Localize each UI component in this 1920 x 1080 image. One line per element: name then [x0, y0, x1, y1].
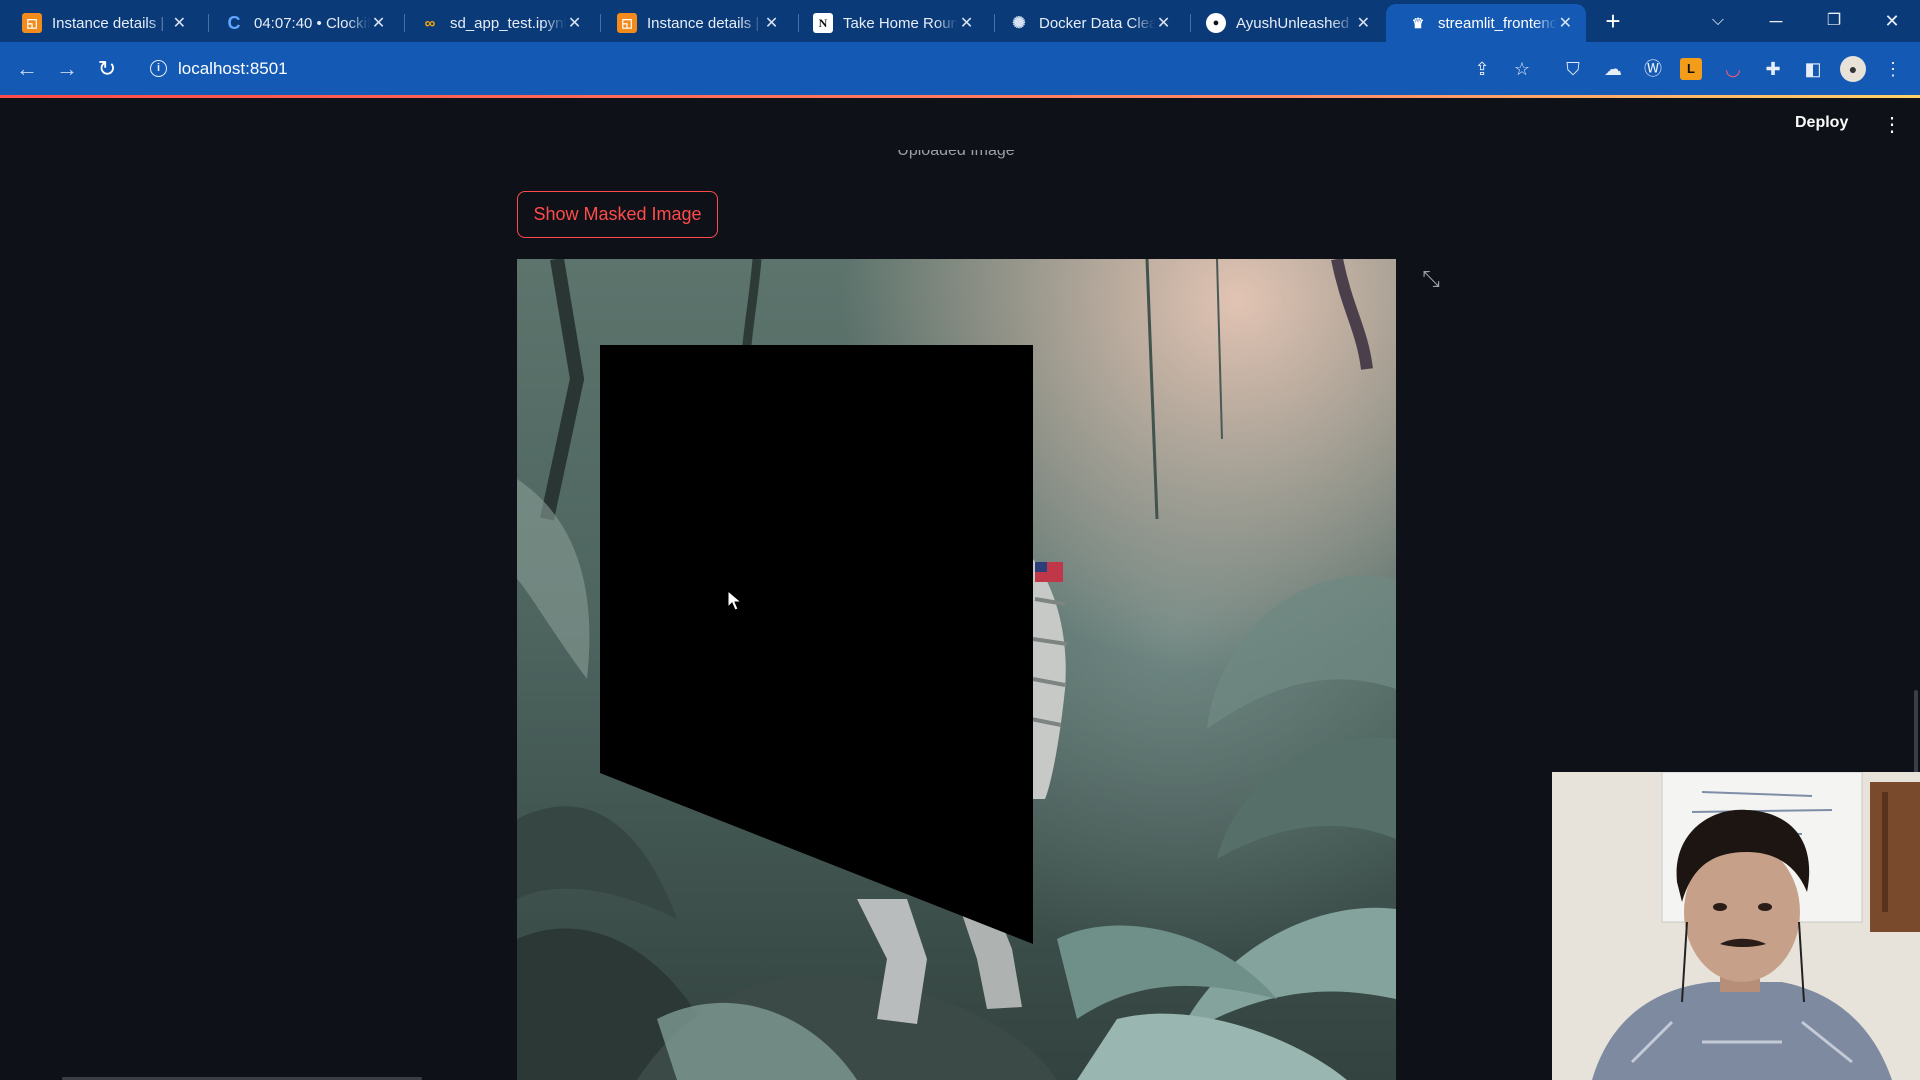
browser-tab[interactable]: ✺ Docker Data Clean ✕ [987, 4, 1184, 42]
webcam-person-image [1552, 772, 1920, 1080]
forward-arrow-icon[interactable]: → [50, 52, 84, 86]
clockify-icon: C [227, 12, 241, 33]
main-menu-icon[interactable]: ⋮ [1882, 112, 1902, 137]
fullscreen-expand-icon[interactable]: ⤡ [1413, 261, 1449, 297]
bitwarden-shield-icon[interactable]: ⛉ [1560, 56, 1586, 82]
tab-title: Instance details | [52, 14, 165, 32]
close-icon[interactable]: ✕ [1557, 13, 1574, 33]
browser-tab[interactable]: ◱ Instance details | ✕ [595, 4, 792, 42]
close-icon[interactable]: ✕ [171, 13, 188, 33]
github-icon: ● [1206, 13, 1226, 33]
bookmark-star-icon[interactable]: ☆ [1509, 56, 1535, 82]
close-icon[interactable]: ✕ [763, 13, 780, 33]
profile-avatar[interactable]: ● [1840, 56, 1866, 82]
deploy-button[interactable]: Deploy [1795, 114, 1848, 132]
tab-title: Docker Data Clean [1039, 14, 1156, 32]
close-icon[interactable]: ✕ [566, 13, 583, 33]
tab-title: Take Home Round [843, 14, 959, 32]
notion-icon: N [813, 13, 833, 33]
share-icon[interactable]: ⇪ [1469, 56, 1495, 82]
w-extension-icon[interactable]: Ⓦ [1640, 56, 1666, 82]
show-masked-image-button[interactable]: Show Masked Image [517, 191, 718, 238]
image-caption: Uploaded Image [897, 142, 1015, 159]
reload-icon[interactable]: ↻ [90, 52, 124, 86]
jungle-astronaut-image [517, 259, 1396, 1080]
browser-tab-active[interactable]: ♛ streamlit_frontend ✕ [1386, 4, 1586, 42]
browser-tab[interactable]: N Take Home Round ✕ [791, 4, 987, 42]
lr-extension-icon[interactable]: L [1680, 58, 1702, 80]
side-panel-icon[interactable]: ◧ [1800, 56, 1826, 82]
aws-lightsail-icon: ◱ [617, 13, 637, 33]
browser-menu-icon[interactable]: ⋮ [1880, 56, 1906, 82]
tab-title: streamlit_frontend [1438, 14, 1557, 32]
tab-title: sd_app_test.ipynb [450, 14, 567, 32]
site-info-icon[interactable]: i [150, 60, 167, 77]
mouse-cursor-icon [727, 590, 743, 611]
cloud-extension-icon[interactable]: ☁ [1600, 56, 1626, 82]
tab-title: 04:07:40 • Clockify [254, 14, 371, 32]
minimize-button[interactable]: ─ [1754, 6, 1798, 36]
extensions-puzzle-icon[interactable]: ✚ [1760, 56, 1786, 82]
streamlit-icon: ♛ [1411, 14, 1425, 31]
tab-title: Instance details | [647, 14, 760, 32]
browser-toolbar: ← → ↻ i localhost:8501 ⇪ ☆ ⛉ ☁ Ⓦ L ◡ ✚ ◧… [0, 42, 1920, 95]
address-bar[interactable]: i localhost:8501 [138, 48, 1478, 89]
close-window-button[interactable]: ✕ [1870, 6, 1914, 36]
browser-tab[interactable]: ◱ Instance details | ✕ [0, 4, 200, 42]
colab-icon: ∞ [424, 14, 436, 32]
aws-lightsail-icon: ◱ [22, 13, 42, 33]
chatgpt-icon: ✺ [1012, 15, 1026, 32]
close-icon[interactable]: ✕ [370, 13, 387, 33]
tab-title: AyushUnleashed [1236, 14, 1350, 32]
close-icon[interactable]: ✕ [958, 13, 975, 33]
browser-tab[interactable]: ∞ sd_app_test.ipynb ✕ [398, 4, 595, 42]
close-icon[interactable]: ✕ [1155, 13, 1172, 33]
browser-tab-strip: ◱ Instance details | ✕ C 04:07:40 • Cloc… [0, 0, 1920, 42]
browser-tab[interactable]: ● AyushUnleashed ✕ [1184, 4, 1384, 42]
new-tab-button[interactable]: + [1598, 7, 1628, 37]
restore-button[interactable]: ❐ [1812, 6, 1856, 36]
webcam-overlay [1552, 772, 1920, 1080]
url-text[interactable]: localhost:8501 [178, 59, 288, 79]
pocket-icon[interactable]: ◡ [1720, 56, 1746, 82]
close-icon[interactable]: ✕ [1355, 13, 1372, 33]
tab-search-chevron-icon[interactable]: ⌵ [1696, 6, 1740, 36]
masked-image [517, 259, 1396, 1080]
back-arrow-icon[interactable]: ← [10, 52, 44, 86]
browser-tab[interactable]: C 04:07:40 • Clockify ✕ [202, 4, 399, 42]
